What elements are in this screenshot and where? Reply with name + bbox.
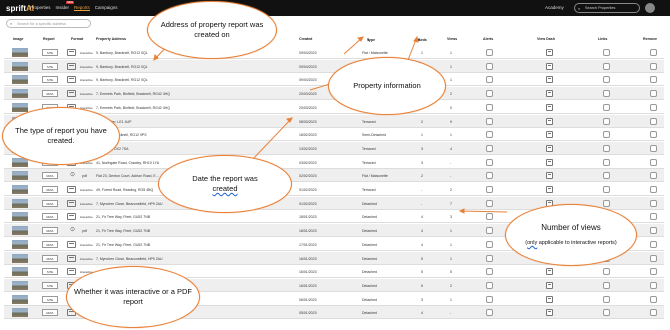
annotation-address-text: Address of property report was created o… xyxy=(160,20,264,39)
annotation-format-text: Whether it was interactive or a PDF repo… xyxy=(74,287,192,306)
arrow-line xyxy=(251,117,293,161)
arrow-head xyxy=(413,35,419,43)
annotation-property-info: Property information xyxy=(328,57,446,115)
annotation-views-only: only xyxy=(527,240,538,247)
annotation-report-type: The type of report you have created. xyxy=(2,107,120,165)
annotation-address: Address of property report was created o… xyxy=(147,1,277,59)
arrow-head xyxy=(458,208,465,214)
annotation-views-rest: applicable to interactive reports) xyxy=(537,240,617,247)
annotation-property-info-text: Property information xyxy=(353,81,421,91)
annotation-date-created: Date the report was created xyxy=(158,155,292,213)
annotation-views: Number of views (only applicable to inte… xyxy=(505,204,637,266)
annotation-views-title: Number of views xyxy=(541,222,601,232)
annotation-format: Whether it was interactive or a PDF repo… xyxy=(66,266,200,328)
annotation-views-text: Number of views (only applicable to inte… xyxy=(525,223,616,248)
annotation-report-type-text: The type of report you have created. xyxy=(15,126,107,145)
annotation-views-note: (only applicable to interactive reports) xyxy=(525,240,616,246)
annotation-date-line2: created xyxy=(212,184,238,193)
arrow-line xyxy=(309,83,331,91)
arrow-line xyxy=(459,210,508,213)
arrow-head xyxy=(285,117,293,123)
annotation-date-text: Date the report was created xyxy=(192,174,257,194)
annotation-date-line1: Date the report was xyxy=(192,174,258,184)
